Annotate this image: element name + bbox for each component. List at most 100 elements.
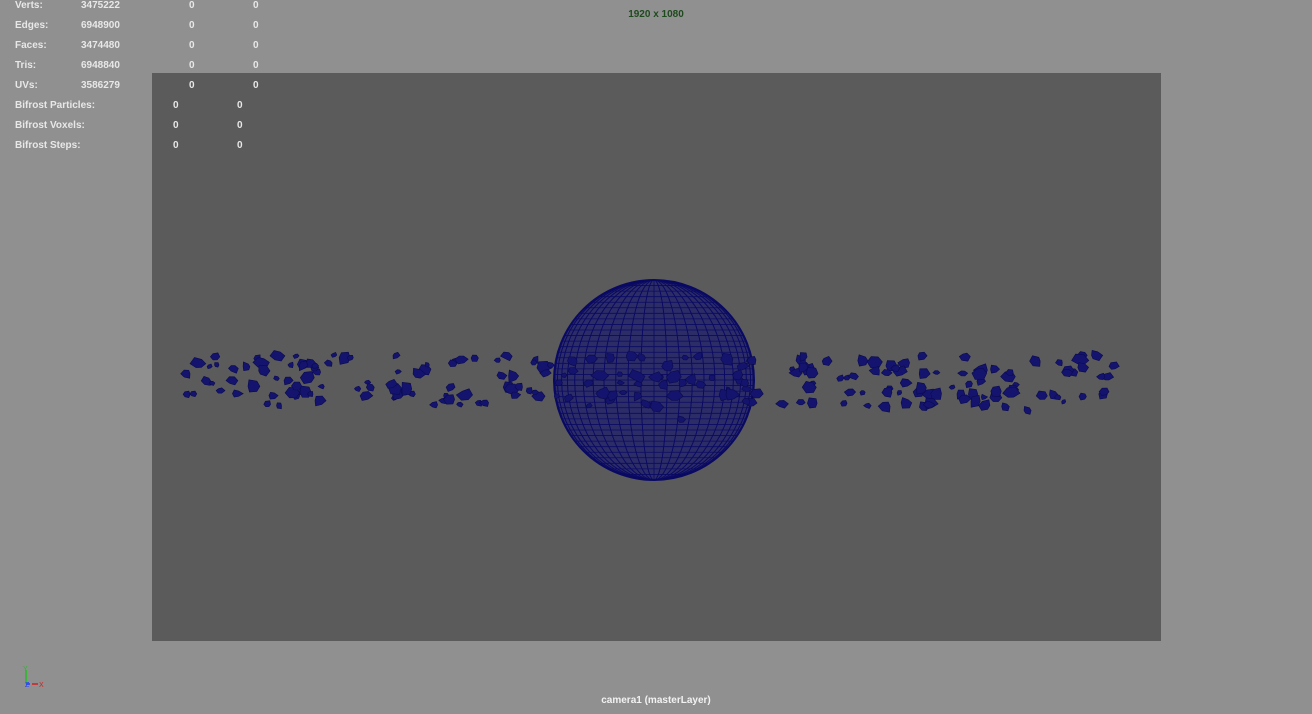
debris-chunk[interactable] <box>775 400 789 409</box>
debris-chunk[interactable] <box>795 399 806 406</box>
resolution-gate-label: 1920 x 1080 <box>628 9 684 20</box>
debris-chunk[interactable] <box>917 351 928 361</box>
debris-chunk[interactable] <box>932 370 941 375</box>
debris-chunk[interactable] <box>299 371 315 385</box>
debris-chunk[interactable] <box>805 367 819 379</box>
debris-chunk[interactable] <box>617 371 623 377</box>
debris-chunk[interactable] <box>276 402 282 410</box>
debris-chunk[interactable] <box>424 362 430 368</box>
debris-chunk[interactable] <box>180 369 191 379</box>
debris-chunk[interactable] <box>918 368 931 379</box>
debris-chunk[interactable] <box>1108 361 1120 370</box>
debris-chunk[interactable] <box>242 361 251 372</box>
debris-chunk[interactable] <box>896 390 903 396</box>
debris-chunk[interactable] <box>525 387 533 395</box>
debris-chunk[interactable] <box>510 391 522 399</box>
hud-selected: 0 <box>189 60 195 71</box>
debris-chunk[interactable] <box>1077 362 1089 373</box>
debris-chunk[interactable] <box>708 374 716 382</box>
debris-chunk[interactable] <box>330 352 338 358</box>
debris-chunk[interactable] <box>392 351 401 360</box>
debris-chunk[interactable] <box>881 387 893 398</box>
debris-chunk[interactable] <box>1035 390 1048 400</box>
debris-chunk[interactable] <box>1091 350 1104 362</box>
debris-chunk[interactable] <box>359 391 374 401</box>
debris-chunk[interactable] <box>273 375 280 381</box>
debris-chunk[interactable] <box>1023 406 1032 415</box>
debris-chunk[interactable] <box>429 401 438 409</box>
debris-chunk[interactable] <box>840 400 848 407</box>
debris-chunk[interactable] <box>866 356 883 369</box>
debris-chunk[interactable] <box>353 385 362 392</box>
debris-chunk[interactable] <box>900 397 913 409</box>
debris-chunk[interactable] <box>530 359 538 366</box>
hud-visible: 0 <box>237 140 243 151</box>
debris-chunk[interactable] <box>1078 392 1087 401</box>
debris-chunk[interactable] <box>508 369 520 383</box>
debris-chunk[interactable] <box>394 369 402 375</box>
hud-label: Bifrost Steps: <box>15 140 81 151</box>
debris-chunk[interactable] <box>456 401 464 408</box>
debris-chunk[interactable] <box>500 351 513 362</box>
debris-chunk[interactable] <box>215 387 226 394</box>
debris-chunk[interactable] <box>1029 355 1041 367</box>
debris-chunk[interactable] <box>445 383 456 392</box>
debris-chunk[interactable] <box>323 359 333 367</box>
debris-chunk[interactable] <box>958 352 971 362</box>
debris-chunk[interactable] <box>200 376 211 386</box>
debris-chunk[interactable] <box>1001 402 1010 412</box>
debris-chunk[interactable] <box>182 390 191 398</box>
debris-chunk[interactable] <box>228 365 239 374</box>
hud-visible: 0 <box>253 40 259 51</box>
debris-chunk[interactable] <box>189 390 198 398</box>
debris-chunk[interactable] <box>496 371 508 380</box>
debris-chunk[interactable] <box>899 378 913 388</box>
debris-chunk[interactable] <box>847 372 859 381</box>
debris-chunk[interactable] <box>314 395 327 407</box>
debris-chunk[interactable] <box>546 361 555 368</box>
viewport-panel[interactable]: Verts: 3475222 0 0 Edges: 6948900 0 0 Fa… <box>0 0 1312 714</box>
debris-chunk[interactable] <box>799 352 808 362</box>
debris-chunk[interactable] <box>606 353 615 363</box>
debris-chunk[interactable] <box>1096 372 1106 380</box>
debris-chunk[interactable] <box>821 356 833 366</box>
debris-chunk[interactable] <box>948 384 956 390</box>
debris-chunk[interactable] <box>859 390 866 396</box>
debris-chunk[interactable] <box>287 361 294 368</box>
debris-chunk[interactable] <box>365 383 375 392</box>
debris-chunk[interactable] <box>269 350 286 362</box>
debris-chunk[interactable] <box>258 364 271 377</box>
debris-chunk[interactable] <box>857 354 869 367</box>
debris-chunk[interactable] <box>836 374 845 382</box>
debris-chunk[interactable] <box>990 385 1002 398</box>
debris-chunk[interactable] <box>1055 359 1063 367</box>
debris-chunk[interactable] <box>298 360 309 372</box>
debris-chunk[interactable] <box>210 352 221 361</box>
debris-chunk[interactable] <box>268 391 279 400</box>
debris-chunk[interactable] <box>957 370 969 377</box>
debris-chunk[interactable] <box>225 376 239 386</box>
debris-chunk[interactable] <box>317 383 325 390</box>
scene-view[interactable] <box>0 0 1312 714</box>
debris-chunk[interactable] <box>493 357 501 363</box>
debris-chunk[interactable] <box>214 362 220 368</box>
debris-chunk[interactable] <box>232 389 244 398</box>
debris-chunk[interactable] <box>189 357 207 368</box>
debris-chunk[interactable] <box>455 388 473 401</box>
debris-chunk[interactable] <box>401 381 413 396</box>
debris-chunk[interactable] <box>247 379 261 393</box>
debris-chunk[interactable] <box>863 402 872 409</box>
debris-chunk[interactable] <box>965 380 973 388</box>
debris-chunk[interactable] <box>206 363 213 369</box>
debris-chunk[interactable] <box>1061 399 1067 405</box>
debris-chunk[interactable] <box>283 376 294 386</box>
debris-chunk[interactable] <box>843 388 857 397</box>
debris-chunk[interactable] <box>877 401 891 413</box>
debris-chunk[interactable] <box>807 397 818 409</box>
debris-chunk[interactable] <box>292 353 300 359</box>
debris-chunk[interactable] <box>263 400 271 408</box>
debris-chunk[interactable] <box>990 364 1001 374</box>
debris-chunk[interactable] <box>470 354 479 362</box>
hud-selected: 0 <box>189 40 195 51</box>
debris-chunk[interactable] <box>980 393 989 400</box>
